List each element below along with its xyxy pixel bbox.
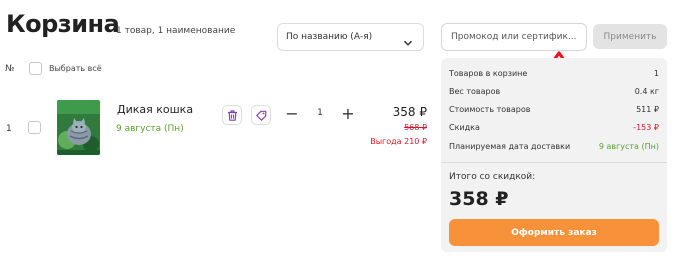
apply-promo-button[interactable]: Применить bbox=[593, 24, 667, 49]
page-title: Корзина bbox=[6, 10, 120, 38]
total-label: Итого со скидкой: bbox=[449, 172, 536, 182]
summary-value: -153 ₽ bbox=[633, 123, 659, 132]
item-price: 358 ₽ bbox=[392, 105, 427, 119]
sort-select[interactable]: По названию (А-я) bbox=[277, 23, 424, 51]
summary-value: 9 августа (Пн) bbox=[598, 142, 659, 151]
sort-selected-value: По названию (А-я) bbox=[286, 32, 373, 42]
summary-label: Планируемая дата доставки bbox=[449, 142, 571, 151]
summary-label: Скидка bbox=[449, 123, 480, 132]
summary-value: 1 bbox=[653, 69, 659, 78]
summary-value: 0.4 кг bbox=[634, 87, 659, 96]
total-value: 358 ₽ bbox=[449, 188, 509, 210]
item-title-link[interactable]: Дикая кошка bbox=[117, 103, 193, 116]
book-cover-image[interactable] bbox=[57, 100, 100, 155]
item-checkbox[interactable] bbox=[28, 121, 41, 134]
number-column-header: № bbox=[5, 64, 15, 74]
summary-label: Стоимость товаров bbox=[449, 105, 531, 114]
summary-label: Вес товаров bbox=[449, 87, 501, 96]
item-savings: Выгода 210 ₽ bbox=[370, 137, 427, 146]
increase-quantity-button[interactable]: + bbox=[339, 103, 357, 125]
checkout-button[interactable]: Оформить заказ bbox=[449, 219, 659, 246]
summary-value: 511 ₽ bbox=[636, 105, 659, 114]
decrease-quantity-button[interactable]: − bbox=[283, 103, 301, 125]
move-to-favorites-button[interactable] bbox=[251, 105, 271, 125]
select-all-checkbox[interactable] bbox=[29, 62, 42, 75]
chevron-down-icon bbox=[403, 33, 413, 52]
item-number: 1 bbox=[6, 124, 12, 134]
select-all-label[interactable]: Выбрать всё bbox=[49, 64, 102, 73]
summary-divider bbox=[441, 162, 667, 163]
delete-item-button[interactable] bbox=[222, 105, 242, 125]
cart-count-subtitle: 1 товар, 1 наименование bbox=[116, 26, 236, 36]
promo-code-input[interactable] bbox=[441, 23, 587, 51]
item-old-price: 568 ₽ bbox=[404, 123, 427, 132]
quantity-value[interactable]: 1 bbox=[314, 108, 326, 118]
order-summary-panel: Товаров в корзине 1 Вес товаров 0.4 кг С… bbox=[441, 58, 667, 252]
summary-label: Товаров в корзине bbox=[449, 69, 528, 78]
item-delivery-date: 9 августа (Пн) bbox=[116, 124, 184, 134]
